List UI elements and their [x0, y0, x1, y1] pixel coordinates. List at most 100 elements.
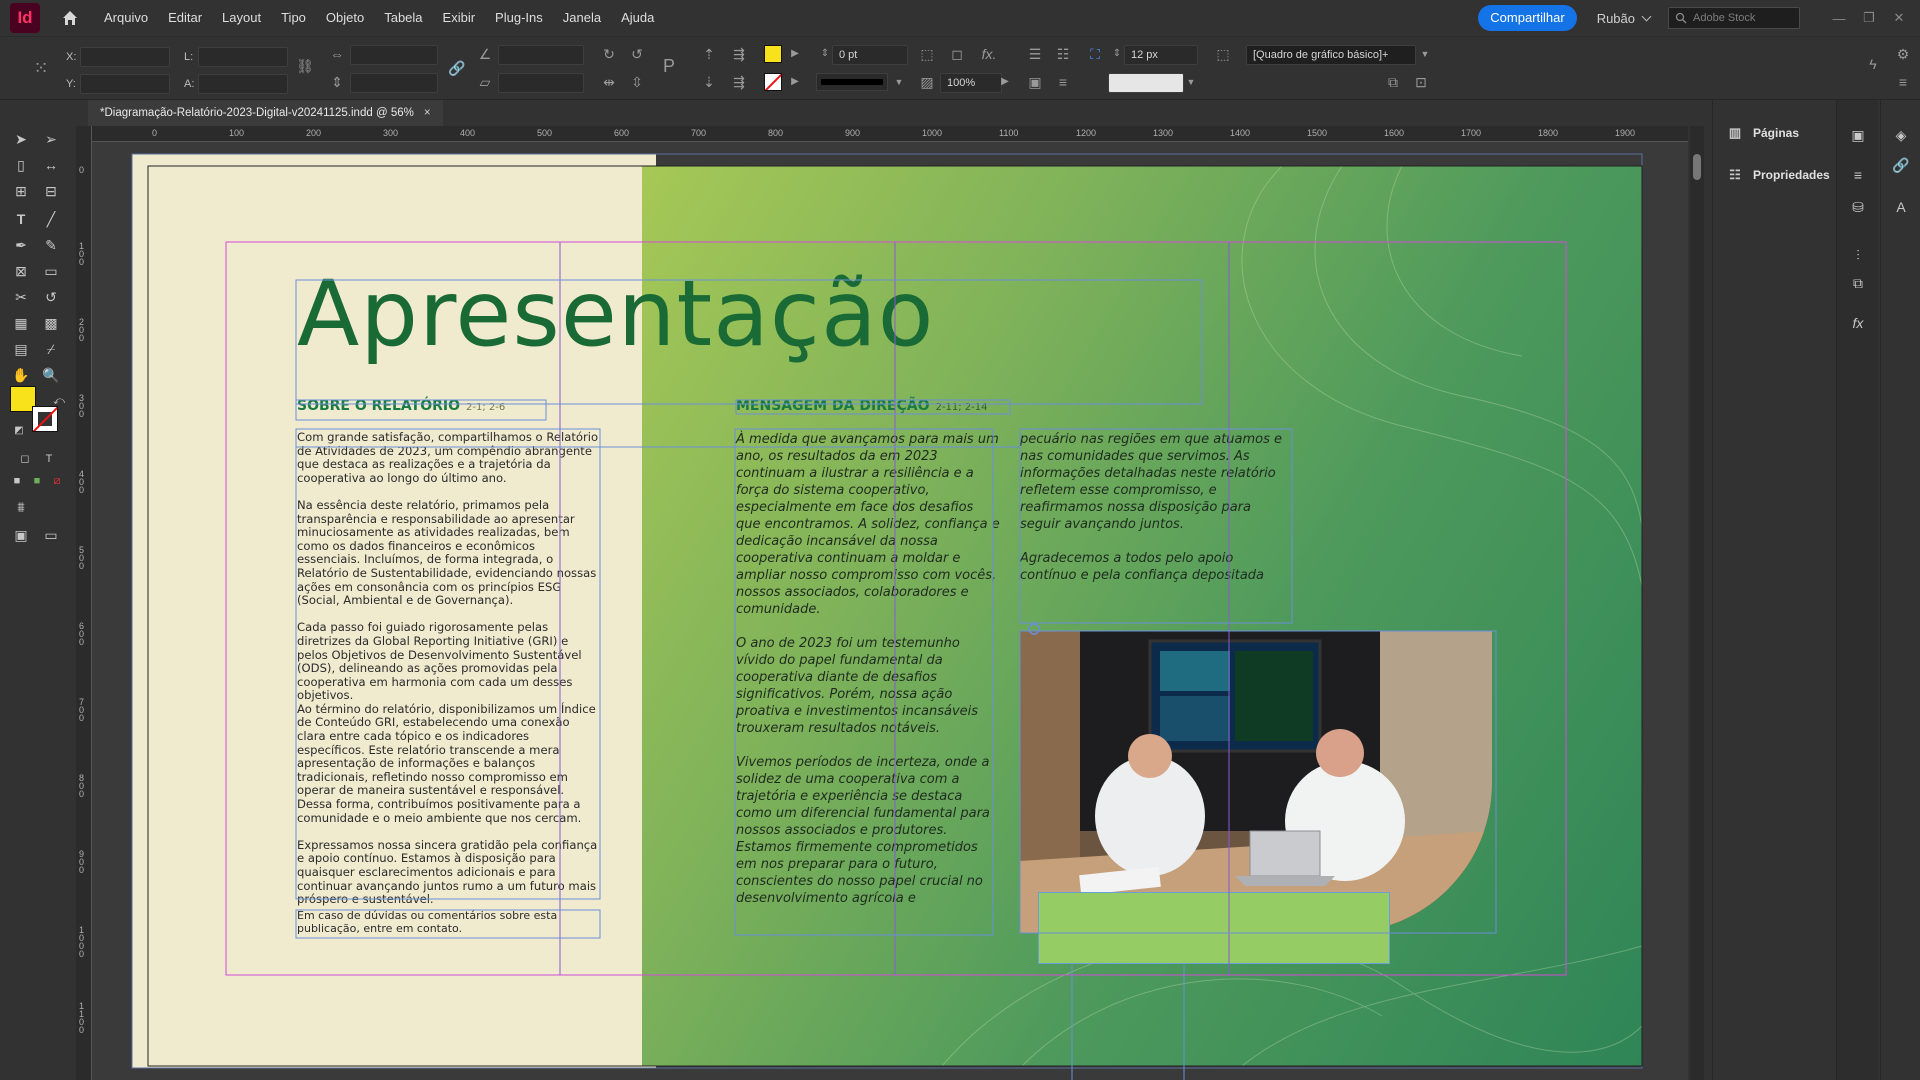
stroke-type-select[interactable]: [816, 73, 888, 91]
link-chain-icon[interactable]: 🔗: [1890, 154, 1912, 176]
document-tab[interactable]: *Diagramação-Relatório-2023-Digital-v202…: [88, 100, 443, 126]
opacity-menu-icon[interactable]: ▶: [996, 73, 1014, 91]
opacity-field[interactable]: 100%: [940, 73, 1002, 93]
content-collector-icon[interactable]: ⊞: [10, 180, 32, 202]
pages-panel-tab[interactable]: ▥ Páginas: [1727, 116, 1799, 150]
paragraph-frame-icon[interactable]: P: [660, 57, 678, 75]
opacity-icon[interactable]: ▨: [918, 73, 936, 91]
scale-y-icon[interactable]: ⇕: [328, 73, 346, 91]
normal-mode-icon[interactable]: ▣: [10, 524, 32, 546]
menu-item[interactable]: Tabela: [374, 0, 432, 36]
rotate-angle-icon[interactable]: ∠: [476, 45, 494, 63]
view-mode-icon[interactable]: ⩩: [10, 496, 32, 518]
menu-item[interactable]: Objeto: [316, 0, 374, 36]
home-icon[interactable]: [58, 6, 82, 30]
eyedropper-tool-icon[interactable]: ⌿: [40, 338, 62, 360]
menu-item[interactable]: Layout: [212, 0, 271, 36]
stroke-weight-field[interactable]: 0 pt: [832, 45, 908, 65]
horizontal-ruler[interactable]: 0 100 200 300 400 500 600 700 800 900 1000 1100 1200…: [92, 126, 1688, 142]
constrain-proportions-icon[interactable]: ⛓: [296, 57, 314, 75]
adobe-stock-search-input[interactable]: Adobe Stock: [1668, 7, 1800, 29]
create-style-icon[interactable]: ⊡: [1412, 73, 1430, 91]
scroll-thumb[interactable]: [1693, 154, 1701, 180]
effects-icon[interactable]: fx.: [980, 45, 998, 63]
rotate-ccw-icon[interactable]: ↺: [628, 45, 646, 63]
rectangle-tool-icon[interactable]: ▭: [40, 260, 62, 282]
object-style-chevron-icon[interactable]: ▼: [1416, 45, 1434, 63]
clear-overrides-icon[interactable]: ⧉: [1384, 73, 1402, 91]
green-highlight-rectangle[interactable]: [1038, 892, 1390, 964]
formatting-text-icon[interactable]: T: [38, 448, 60, 470]
height-field[interactable]: [198, 74, 288, 94]
direct-selection-tool-icon[interactable]: ➢: [40, 128, 62, 150]
menu-item[interactable]: Editar: [158, 0, 212, 36]
stroke-type-chevron-icon[interactable]: ▼: [890, 73, 908, 91]
type-tool-icon[interactable]: T: [10, 208, 32, 230]
frame-style-icon[interactable]: ⬚: [1214, 45, 1232, 63]
layers-icon[interactable]: ◈: [1890, 124, 1912, 146]
wrap-bounding-icon[interactable]: ☷: [1054, 45, 1072, 63]
character-styles-icon[interactable]: A: [1890, 196, 1912, 218]
fill-color-swatch[interactable]: [764, 45, 782, 63]
stroke-swatch[interactable]: [32, 406, 58, 432]
middle-text-frame[interactable]: À medida que avançamos para mais um ano,…: [736, 431, 1000, 924]
settings-icon[interactable]: ⚙: [1894, 45, 1912, 63]
close-window-icon[interactable]: ✕: [1884, 10, 1914, 26]
rotate-cw-icon[interactable]: ↻: [600, 45, 618, 63]
stroke-color-swatch[interactable]: [764, 73, 782, 91]
page-title[interactable]: Apresentação: [297, 262, 934, 367]
stroke-menu-icon[interactable]: ▶: [786, 73, 804, 91]
section-heading-message[interactable]: MENSAGEM DA DIREÇÃO 2-11; 2-14: [736, 398, 987, 414]
wrap-none-icon[interactable]: ☰: [1026, 45, 1044, 63]
properties-panel-tab[interactable]: ☷ Propriedades: [1727, 158, 1830, 192]
note-tool-icon[interactable]: ▤: [10, 338, 32, 360]
vertical-scrollbar[interactable]: [1690, 126, 1704, 1080]
menu-item[interactable]: Ajuda: [611, 0, 664, 36]
page-tool-icon[interactable]: ▯: [10, 154, 32, 176]
apply-gradient-icon[interactable]: ■: [26, 470, 48, 492]
gap-tool-icon[interactable]: ↔: [40, 154, 62, 176]
scissors-tool-icon[interactable]: ✂: [10, 286, 32, 308]
user-name[interactable]: Rubão: [1597, 11, 1635, 26]
apply-none-icon[interactable]: ⧄: [46, 470, 68, 492]
pathfinder-icon[interactable]: ⧉: [1847, 272, 1869, 294]
flip-vertical-icon[interactable]: ⇳: [628, 73, 646, 91]
share-button[interactable]: Compartilhar: [1478, 5, 1577, 31]
quick-actions-icon[interactable]: ϟ: [1864, 55, 1882, 73]
select-content-icon[interactable]: ⇣: [700, 73, 718, 91]
screen-mode-icon[interactable]: ▭: [40, 524, 62, 546]
minimize-icon[interactable]: —: [1824, 11, 1854, 26]
content-placer-icon[interactable]: ⊟: [40, 180, 62, 202]
control-bar-menu-icon[interactable]: ≡: [1894, 73, 1912, 91]
pencil-tool-icon[interactable]: ✎: [40, 234, 62, 256]
drop-shadow-icon[interactable]: ◻: [948, 45, 966, 63]
links-icon[interactable]: ⛁: [1847, 196, 1869, 218]
fill-menu-icon[interactable]: ▶: [786, 45, 804, 63]
free-transform-tool-icon[interactable]: ↺: [40, 286, 62, 308]
auto-fit-icon[interactable]: ⛶: [1086, 45, 1104, 63]
right-text-frame[interactable]: pecuário nas regiões em que atuamos e na…: [1020, 431, 1292, 601]
zoom-tool-icon[interactable]: 🔍: [40, 364, 62, 386]
default-colors-icon[interactable]: ◩: [8, 420, 30, 442]
hand-tool-icon[interactable]: ✋: [10, 364, 32, 386]
gradient-feather-tool-icon[interactable]: ▩: [40, 312, 62, 334]
directors-photo[interactable]: [1020, 631, 1492, 933]
rotate-field[interactable]: [498, 45, 584, 65]
flip-horizontal-icon[interactable]: ⇹: [600, 73, 618, 91]
menu-lines-icon[interactable]: ≡: [1847, 164, 1869, 186]
pen-tool-icon[interactable]: ✒: [10, 234, 32, 256]
vertical-ruler[interactable]: 0 1 0 0 2 0 0 3 0 0 4 0 0 5 0 0 6 0 0 7 0 0 8 0 …: [76, 126, 92, 1080]
menu-item[interactable]: Arquivo: [94, 0, 158, 36]
reference-point-icon[interactable]: ⁙: [28, 55, 54, 81]
shear-field[interactable]: [498, 73, 584, 93]
y-field[interactable]: [80, 74, 170, 94]
frame-fitting-icon[interactable]: ⬚: [918, 45, 936, 63]
align-icon[interactable]: ⫶: [1847, 244, 1869, 266]
wrap-object-icon[interactable]: ▣: [1026, 73, 1044, 91]
scale-x-field[interactable]: [350, 45, 438, 65]
rectangle-frame-tool-icon[interactable]: ⊠: [10, 260, 32, 282]
select-container-icon[interactable]: ⇡: [700, 45, 718, 63]
cc-libraries-icon[interactable]: ▣: [1847, 124, 1869, 146]
menu-item[interactable]: Exibir: [433, 0, 486, 36]
chevron-down-icon[interactable]: [1641, 11, 1652, 21]
